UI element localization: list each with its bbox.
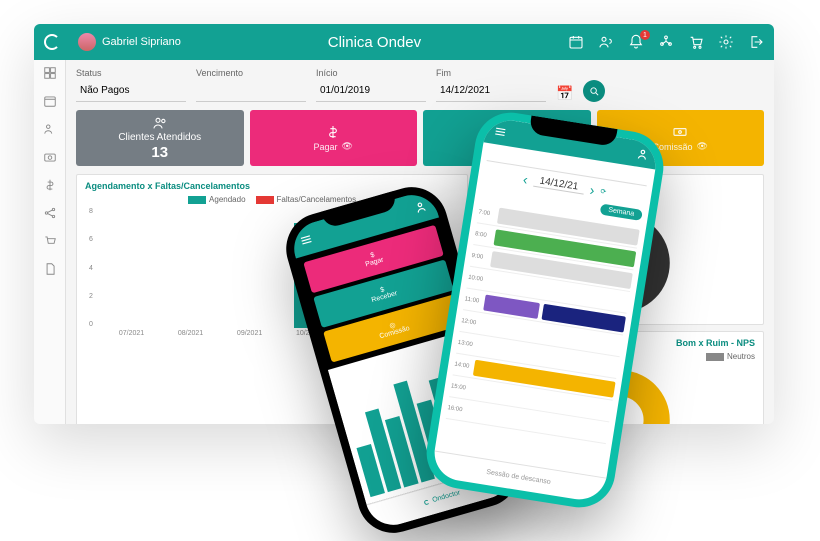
date-display[interactable]: 14/12/21 — [533, 175, 585, 195]
calendar-icon[interactable] — [568, 34, 584, 50]
search-button[interactable] — [583, 80, 605, 102]
card-label: Comissão 👁 — [653, 141, 708, 152]
cart-icon[interactable] — [688, 34, 704, 50]
filters: Status Vencimento Início Fim 📅 — [76, 68, 764, 102]
menu-icon[interactable] — [298, 231, 315, 248]
status-input[interactable] — [76, 80, 186, 102]
camera-icon[interactable] — [43, 150, 57, 164]
app-title: Clinica Ondev — [189, 34, 560, 51]
money-icon[interactable] — [43, 178, 57, 192]
next-day[interactable]: › — [589, 182, 596, 199]
calendar-button[interactable]: 📅 — [556, 85, 573, 102]
users-icon — [152, 115, 168, 131]
app-header: Gabriel Sipriano Clinica Ondev 1 — [34, 24, 774, 60]
user-icon[interactable] — [635, 146, 651, 162]
logout-icon[interactable] — [748, 34, 764, 50]
avatar — [78, 33, 96, 51]
card-label: Clientes Atendidos — [118, 132, 201, 143]
filter-label: Status — [76, 68, 186, 78]
user-name: Gabriel Sipriano — [102, 36, 181, 48]
legend-item: Agendado — [188, 195, 245, 204]
bell-icon[interactable]: 1 — [628, 34, 644, 50]
filter-label: Vencimento — [196, 68, 306, 78]
org-icon[interactable] — [658, 34, 674, 50]
filter-label: Fim — [436, 68, 546, 78]
calendar-icon[interactable] — [43, 94, 57, 108]
filter-label: Início — [316, 68, 426, 78]
cash-icon — [672, 124, 688, 140]
prev-day[interactable]: ‹ — [522, 171, 529, 188]
legend-item: Faltas/Cancelamentos — [256, 195, 357, 204]
card-value: 13 — [151, 144, 168, 161]
card-label: Pagar 👁 — [314, 141, 353, 152]
users-icon[interactable] — [598, 34, 614, 50]
brand-text: Ondoctor — [432, 489, 462, 504]
gear-icon[interactable] — [718, 34, 734, 50]
file-icon[interactable] — [43, 262, 57, 276]
card-clientes[interactable]: Clientes Atendidos 13 — [76, 110, 244, 166]
patients-icon[interactable] — [43, 122, 57, 136]
view-toggle[interactable]: Semana — [600, 203, 643, 220]
menu-icon[interactable] — [492, 124, 508, 140]
notification-badge: 1 — [640, 30, 650, 40]
cart-icon[interactable] — [43, 234, 57, 248]
header-toolbar: 1 — [568, 34, 764, 50]
user-chip[interactable]: Gabriel Sipriano — [78, 33, 181, 51]
legend-item: Neutros — [706, 352, 755, 361]
sidebar — [34, 60, 66, 424]
user-icon[interactable] — [412, 198, 429, 215]
footer-text: Sessão de descanso — [486, 469, 551, 486]
share-icon[interactable] — [43, 206, 57, 220]
card-pagar[interactable]: Pagar 👁 — [250, 110, 418, 166]
dashboard-icon[interactable] — [43, 66, 57, 80]
fim-input[interactable] — [436, 80, 546, 102]
filter-status: Status — [76, 68, 186, 102]
logo-icon — [423, 499, 429, 505]
filter-inicio: Início — [316, 68, 426, 102]
filter-fim: Fim — [436, 68, 546, 102]
venc-input[interactable] — [196, 80, 306, 102]
logo-icon — [44, 34, 60, 50]
inicio-input[interactable] — [316, 80, 426, 102]
schedule-grid[interactable]: 7:00 8:00 9:00 10:00 11:00 12:00 13:00 1… — [435, 201, 646, 478]
filter-venc: Vencimento — [196, 68, 306, 102]
dollar-icon — [325, 124, 341, 140]
